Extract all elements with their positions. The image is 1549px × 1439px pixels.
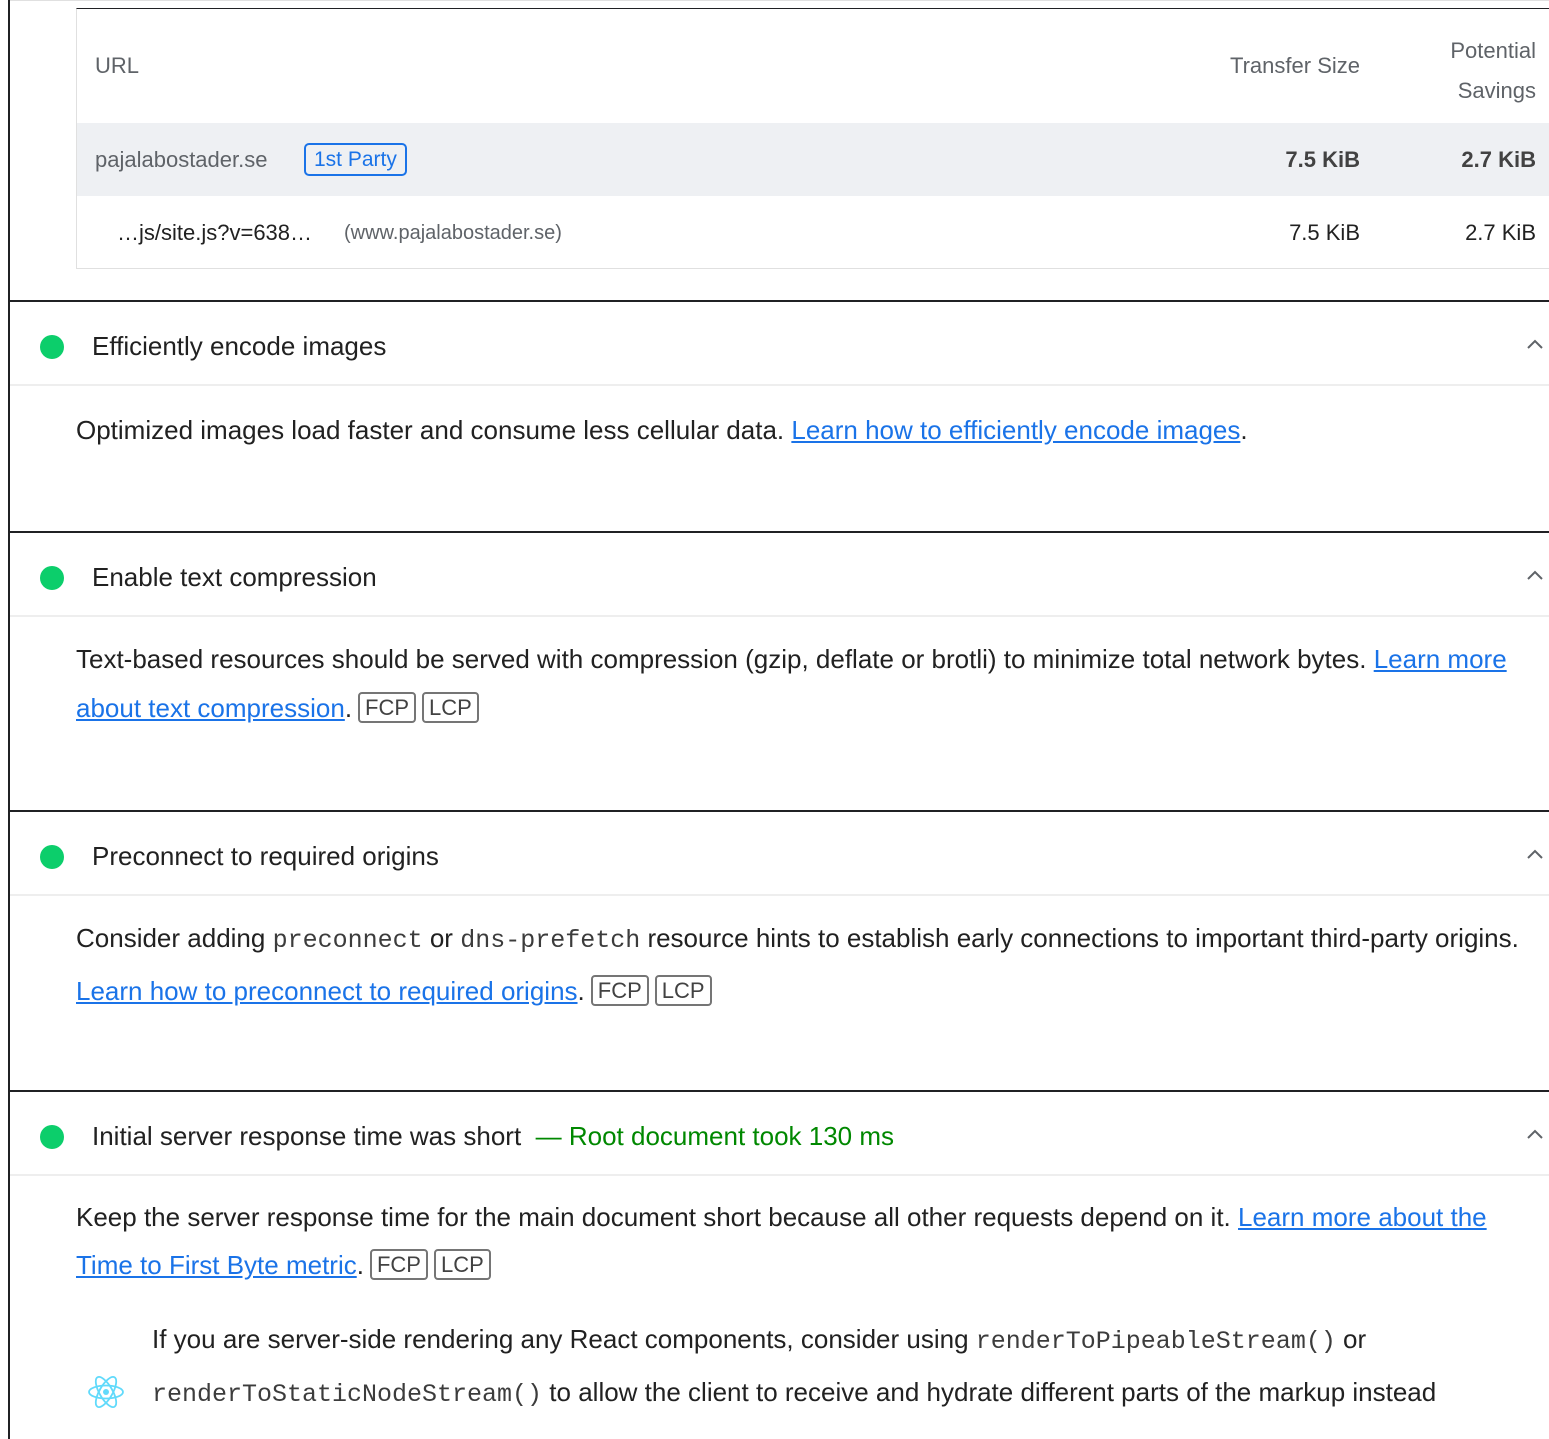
code-render-to-pipeable-stream: renderToPipeableStream() xyxy=(975,1327,1336,1356)
metric-tag-lcp[interactable]: LCP xyxy=(433,1249,491,1280)
metric-tag-fcp[interactable]: FCP xyxy=(358,692,417,723)
learn-more-link[interactable]: Learn how to efficiently encode images xyxy=(791,415,1240,445)
audit-header[interactable]: Preconnect to required origins xyxy=(10,812,1549,896)
audit-efficiently-encode-images: Efficiently encode images Optimized imag… xyxy=(10,302,1549,533)
table-header: URL Transfer Size Potential Savings xyxy=(77,9,1549,123)
audit-title: Enable text compression xyxy=(92,562,377,592)
chevron-up-icon[interactable] xyxy=(1525,844,1545,864)
audit-title: Efficiently encode images xyxy=(92,331,387,361)
resource-potential-savings: 2.7 KiB xyxy=(1465,220,1536,245)
code-dns-prefetch: dns-prefetch xyxy=(460,926,641,955)
table-row-entity: pajalabostader.se 1st Party 7.5 KiB 2.7 … xyxy=(77,123,1549,196)
entity-name: pajalabostader.se xyxy=(95,147,268,172)
audit-display-value: — Root document took 130 ms xyxy=(535,1121,895,1151)
header-transfer-size: Transfer Size xyxy=(1229,53,1360,78)
entity-potential-savings: 2.7 KiB xyxy=(1461,147,1536,172)
audit-preconnect-required-origins: Preconnect to required origins Consider … xyxy=(10,812,1549,1092)
entity-transfer-size: 7.5 KiB xyxy=(1285,147,1360,172)
chevron-up-icon[interactable] xyxy=(1525,334,1545,354)
stack-hint-text: If you are server-side rendering any Rea… xyxy=(152,1324,1437,1409)
audit-header[interactable]: Efficiently encode images xyxy=(10,302,1549,386)
resource-url[interactable]: …js/site.js?v=638… xyxy=(117,220,312,246)
audit-title: Preconnect to required origins xyxy=(92,841,439,871)
resource-origin: (www.pajalabostader.se) xyxy=(344,222,562,244)
learn-more-link[interactable]: Learn how to preconnect to required orig… xyxy=(76,976,578,1006)
audit-title: Initial server response time was short —… xyxy=(92,1121,895,1151)
react-icon xyxy=(88,1376,124,1408)
first-party-badge: 1st Party xyxy=(304,143,407,176)
metric-tag-lcp[interactable]: LCP xyxy=(654,975,712,1006)
report-page: URL Transfer Size Potential Savings paja… xyxy=(8,0,1549,1439)
metric-tag-fcp[interactable]: FCP xyxy=(369,1249,428,1280)
audit-description: Optimized images load faster and consume… xyxy=(76,415,1248,445)
pass-dot-icon xyxy=(40,845,64,869)
resource-transfer-size: 7.5 KiB xyxy=(1289,220,1360,245)
metric-tag-fcp[interactable]: FCP xyxy=(590,975,649,1006)
render-blocking-details: URL Transfer Size Potential Savings paja… xyxy=(10,0,1549,302)
pass-dot-icon xyxy=(40,335,64,359)
details-table: URL Transfer Size Potential Savings paja… xyxy=(76,8,1549,269)
audit-header[interactable]: Enable text compression xyxy=(10,533,1549,617)
header-url: URL xyxy=(95,53,140,78)
code-render-to-static-node-stream: renderToStaticNodeStream() xyxy=(152,1380,543,1409)
audit-header[interactable]: Initial server response time was short —… xyxy=(10,1092,1549,1176)
metric-tag-lcp[interactable]: LCP xyxy=(422,692,479,723)
audit-server-response-time: Initial server response time was short —… xyxy=(10,1092,1549,1439)
audit-description: Consider adding preconnect or dns-prefet… xyxy=(76,923,1519,1006)
pass-dot-icon xyxy=(40,566,64,590)
chevron-up-icon[interactable] xyxy=(1525,565,1545,585)
pass-dot-icon xyxy=(40,1125,64,1149)
chevron-up-icon[interactable] xyxy=(1525,1124,1545,1144)
table-row: …js/site.js?v=638… (www.pajalabostader.s… xyxy=(77,196,1549,269)
header-potential-savings: Potential Savings xyxy=(1450,38,1536,103)
audit-description: Text-based resources should be served wi… xyxy=(76,644,1507,723)
code-preconnect: preconnect xyxy=(272,926,423,955)
audit-enable-text-compression: Enable text compression Text-based resou… xyxy=(10,533,1549,812)
audit-description: Keep the server response time for the ma… xyxy=(76,1202,1487,1280)
